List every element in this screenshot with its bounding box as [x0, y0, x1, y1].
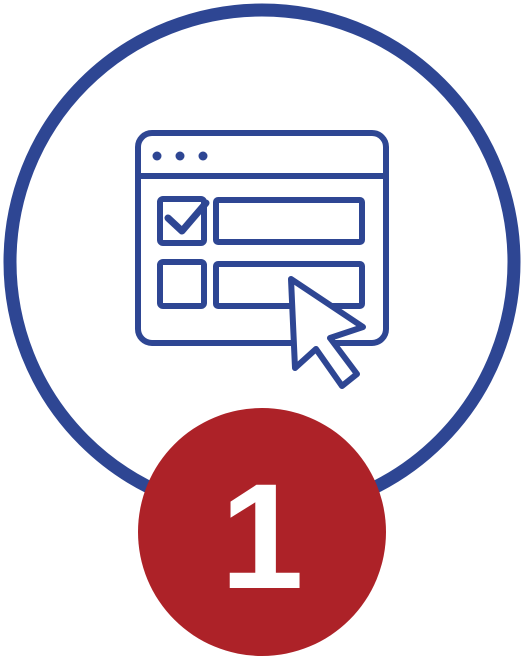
window-dot-icon — [198, 151, 208, 161]
window-dot-icon — [152, 151, 162, 161]
window-frame — [135, 130, 389, 346]
form-field-1 — [213, 197, 365, 245]
checkbox-empty-icon — [157, 259, 207, 309]
step-number: 1 — [220, 452, 303, 620]
cursor-arrow-icon — [288, 276, 366, 389]
browser-window-icon — [135, 130, 389, 389]
window-dot-icon — [175, 151, 185, 161]
checkmark-icon — [164, 199, 210, 235]
step-icon-graphic: 1 — [0, 0, 524, 656]
